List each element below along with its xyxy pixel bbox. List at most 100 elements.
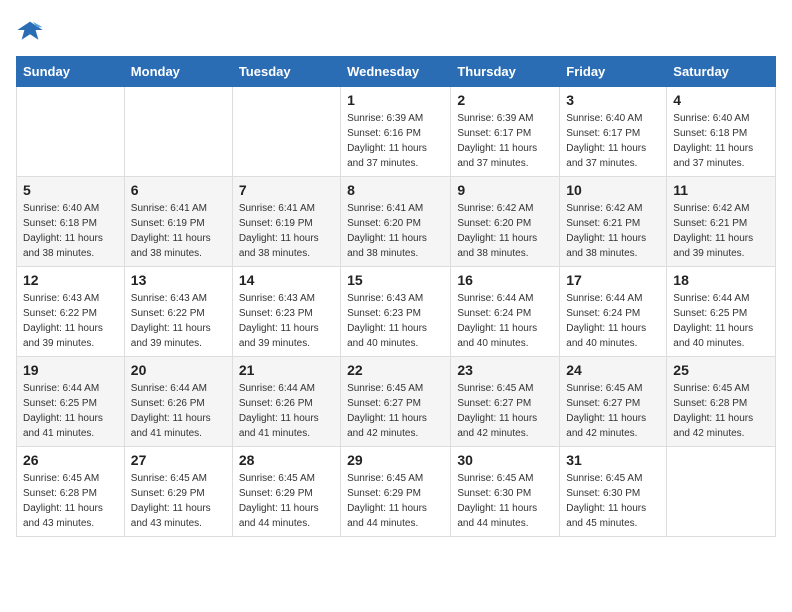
calendar-cell: 23 Sunrise: 6:45 AM Sunset: 6:27 PM Dayli… bbox=[451, 357, 560, 447]
calendar-cell bbox=[232, 87, 340, 177]
day-info: Sunrise: 6:45 AM Sunset: 6:29 PM Dayligh… bbox=[239, 471, 334, 531]
day-info: Sunrise: 6:41 AM Sunset: 6:19 PM Dayligh… bbox=[239, 201, 334, 261]
day-number: 31 bbox=[566, 452, 660, 468]
calendar-cell: 17 Sunrise: 6:44 AM Sunset: 6:24 PM Dayli… bbox=[560, 267, 667, 357]
calendar-cell: 14 Sunrise: 6:43 AM Sunset: 6:23 PM Dayli… bbox=[232, 267, 340, 357]
day-number: 19 bbox=[23, 362, 118, 378]
day-number: 18 bbox=[673, 272, 769, 288]
day-info: Sunrise: 6:45 AM Sunset: 6:29 PM Dayligh… bbox=[347, 471, 444, 531]
calendar-week-row: 26 Sunrise: 6:45 AM Sunset: 6:28 PM Dayli… bbox=[17, 447, 776, 537]
calendar-header-row: SundayMondayTuesdayWednesdayThursdayFrid… bbox=[17, 57, 776, 87]
calendar-cell bbox=[124, 87, 232, 177]
calendar-cell: 10Sunrise: 6:42 AM Sunset: 6:21 PM Dayli… bbox=[560, 177, 667, 267]
calendar-cell: 19Sunrise: 6:44 AM Sunset: 6:25 PM Dayli… bbox=[17, 357, 125, 447]
calendar-week-row: 1 Sunrise: 6:39 AM Sunset: 6:16 PM Daylig… bbox=[17, 87, 776, 177]
day-info: Sunrise: 6:44 AM Sunset: 6:25 PM Dayligh… bbox=[673, 291, 769, 351]
calendar-header-friday: Friday bbox=[560, 57, 667, 87]
calendar-cell: 11 Sunrise: 6:42 AM Sunset: 6:21 PM Dayli… bbox=[667, 177, 776, 267]
day-number: 6 bbox=[131, 182, 226, 198]
day-info: Sunrise: 6:45 AM Sunset: 6:29 PM Dayligh… bbox=[131, 471, 226, 531]
day-number: 8 bbox=[347, 182, 444, 198]
day-info: Sunrise: 6:45 AM Sunset: 6:27 PM Dayligh… bbox=[566, 381, 660, 441]
day-number: 13 bbox=[131, 272, 226, 288]
calendar-header-saturday: Saturday bbox=[667, 57, 776, 87]
calendar-header-wednesday: Wednesday bbox=[341, 57, 451, 87]
calendar-cell: 12 Sunrise: 6:43 AM Sunset: 6:22 PM Dayli… bbox=[17, 267, 125, 357]
day-number: 14 bbox=[239, 272, 334, 288]
day-number: 25 bbox=[673, 362, 769, 378]
day-number: 28 bbox=[239, 452, 334, 468]
calendar-cell: 24 Sunrise: 6:45 AM Sunset: 6:27 PM Dayli… bbox=[560, 357, 667, 447]
day-number: 10 bbox=[566, 182, 660, 198]
calendar-cell: 4 Sunrise: 6:40 AM Sunset: 6:18 PM Daylig… bbox=[667, 87, 776, 177]
day-info: Sunrise: 6:45 AM Sunset: 6:28 PM Dayligh… bbox=[23, 471, 118, 531]
calendar-cell: 22 Sunrise: 6:45 AM Sunset: 6:27 PM Dayli… bbox=[341, 357, 451, 447]
day-number: 26 bbox=[23, 452, 118, 468]
day-number: 17 bbox=[566, 272, 660, 288]
day-info: Sunrise: 6:43 AM Sunset: 6:23 PM Dayligh… bbox=[347, 291, 444, 351]
calendar-header-sunday: Sunday bbox=[17, 57, 125, 87]
calendar-cell: 8 Sunrise: 6:41 AM Sunset: 6:20 PM Daylig… bbox=[341, 177, 451, 267]
calendar-week-row: 19Sunrise: 6:44 AM Sunset: 6:25 PM Dayli… bbox=[17, 357, 776, 447]
day-number: 22 bbox=[347, 362, 444, 378]
calendar-header-tuesday: Tuesday bbox=[232, 57, 340, 87]
calendar-cell: 30Sunrise: 6:45 AM Sunset: 6:30 PM Dayli… bbox=[451, 447, 560, 537]
calendar-cell: 26 Sunrise: 6:45 AM Sunset: 6:28 PM Dayli… bbox=[17, 447, 125, 537]
logo bbox=[16, 16, 48, 44]
day-info: Sunrise: 6:40 AM Sunset: 6:17 PM Dayligh… bbox=[566, 111, 660, 171]
day-number: 21 bbox=[239, 362, 334, 378]
day-info: Sunrise: 6:43 AM Sunset: 6:22 PM Dayligh… bbox=[131, 291, 226, 351]
day-info: Sunrise: 6:45 AM Sunset: 6:27 PM Dayligh… bbox=[457, 381, 553, 441]
day-number: 24 bbox=[566, 362, 660, 378]
day-number: 15 bbox=[347, 272, 444, 288]
day-info: Sunrise: 6:44 AM Sunset: 6:24 PM Dayligh… bbox=[457, 291, 553, 351]
calendar-cell: 7 Sunrise: 6:41 AM Sunset: 6:19 PM Daylig… bbox=[232, 177, 340, 267]
calendar-week-row: 5 Sunrise: 6:40 AM Sunset: 6:18 PM Daylig… bbox=[17, 177, 776, 267]
day-number: 2 bbox=[457, 92, 553, 108]
day-number: 27 bbox=[131, 452, 226, 468]
calendar-cell: 15 Sunrise: 6:43 AM Sunset: 6:23 PM Dayli… bbox=[341, 267, 451, 357]
day-number: 3 bbox=[566, 92, 660, 108]
calendar-table: SundayMondayTuesdayWednesdayThursdayFrid… bbox=[16, 56, 776, 537]
day-number: 9 bbox=[457, 182, 553, 198]
day-number: 1 bbox=[347, 92, 444, 108]
day-info: Sunrise: 6:40 AM Sunset: 6:18 PM Dayligh… bbox=[23, 201, 118, 261]
calendar-header-thursday: Thursday bbox=[451, 57, 560, 87]
day-number: 29 bbox=[347, 452, 444, 468]
day-info: Sunrise: 6:39 AM Sunset: 6:16 PM Dayligh… bbox=[347, 111, 444, 171]
calendar-cell: 29 Sunrise: 6:45 AM Sunset: 6:29 PM Dayli… bbox=[341, 447, 451, 537]
day-info: Sunrise: 6:41 AM Sunset: 6:20 PM Dayligh… bbox=[347, 201, 444, 261]
calendar-cell: 18 Sunrise: 6:44 AM Sunset: 6:25 PM Dayli… bbox=[667, 267, 776, 357]
day-info: Sunrise: 6:41 AM Sunset: 6:19 PM Dayligh… bbox=[131, 201, 226, 261]
calendar-cell: 5 Sunrise: 6:40 AM Sunset: 6:18 PM Daylig… bbox=[17, 177, 125, 267]
day-number: 4 bbox=[673, 92, 769, 108]
calendar-cell: 16 Sunrise: 6:44 AM Sunset: 6:24 PM Dayli… bbox=[451, 267, 560, 357]
day-number: 20 bbox=[131, 362, 226, 378]
day-info: Sunrise: 6:43 AM Sunset: 6:23 PM Dayligh… bbox=[239, 291, 334, 351]
calendar-cell: 13 Sunrise: 6:43 AM Sunset: 6:22 PM Dayli… bbox=[124, 267, 232, 357]
calendar-cell bbox=[17, 87, 125, 177]
day-number: 30 bbox=[457, 452, 553, 468]
day-info: Sunrise: 6:40 AM Sunset: 6:18 PM Dayligh… bbox=[673, 111, 769, 171]
day-number: 7 bbox=[239, 182, 334, 198]
day-info: Sunrise: 6:43 AM Sunset: 6:22 PM Dayligh… bbox=[23, 291, 118, 351]
header bbox=[16, 16, 776, 44]
day-number: 12 bbox=[23, 272, 118, 288]
day-number: 16 bbox=[457, 272, 553, 288]
calendar-cell: 28 Sunrise: 6:45 AM Sunset: 6:29 PM Dayli… bbox=[232, 447, 340, 537]
day-number: 23 bbox=[457, 362, 553, 378]
calendar-cell: 21 Sunrise: 6:44 AM Sunset: 6:26 PM Dayli… bbox=[232, 357, 340, 447]
calendar-cell: 27 Sunrise: 6:45 AM Sunset: 6:29 PM Dayli… bbox=[124, 447, 232, 537]
day-number: 5 bbox=[23, 182, 118, 198]
day-info: Sunrise: 6:42 AM Sunset: 6:21 PM Dayligh… bbox=[673, 201, 769, 261]
calendar-cell: 6 Sunrise: 6:41 AM Sunset: 6:19 PM Daylig… bbox=[124, 177, 232, 267]
calendar-cell: 1 Sunrise: 6:39 AM Sunset: 6:16 PM Daylig… bbox=[341, 87, 451, 177]
calendar-cell: 20Sunrise: 6:44 AM Sunset: 6:26 PM Dayli… bbox=[124, 357, 232, 447]
day-info: Sunrise: 6:45 AM Sunset: 6:27 PM Dayligh… bbox=[347, 381, 444, 441]
logo-bird-icon bbox=[16, 16, 44, 44]
day-info: Sunrise: 6:39 AM Sunset: 6:17 PM Dayligh… bbox=[457, 111, 553, 171]
calendar-week-row: 12 Sunrise: 6:43 AM Sunset: 6:22 PM Dayli… bbox=[17, 267, 776, 357]
day-info: Sunrise: 6:44 AM Sunset: 6:26 PM Dayligh… bbox=[239, 381, 334, 441]
day-info: Sunrise: 6:44 AM Sunset: 6:24 PM Dayligh… bbox=[566, 291, 660, 351]
day-number: 11 bbox=[673, 182, 769, 198]
